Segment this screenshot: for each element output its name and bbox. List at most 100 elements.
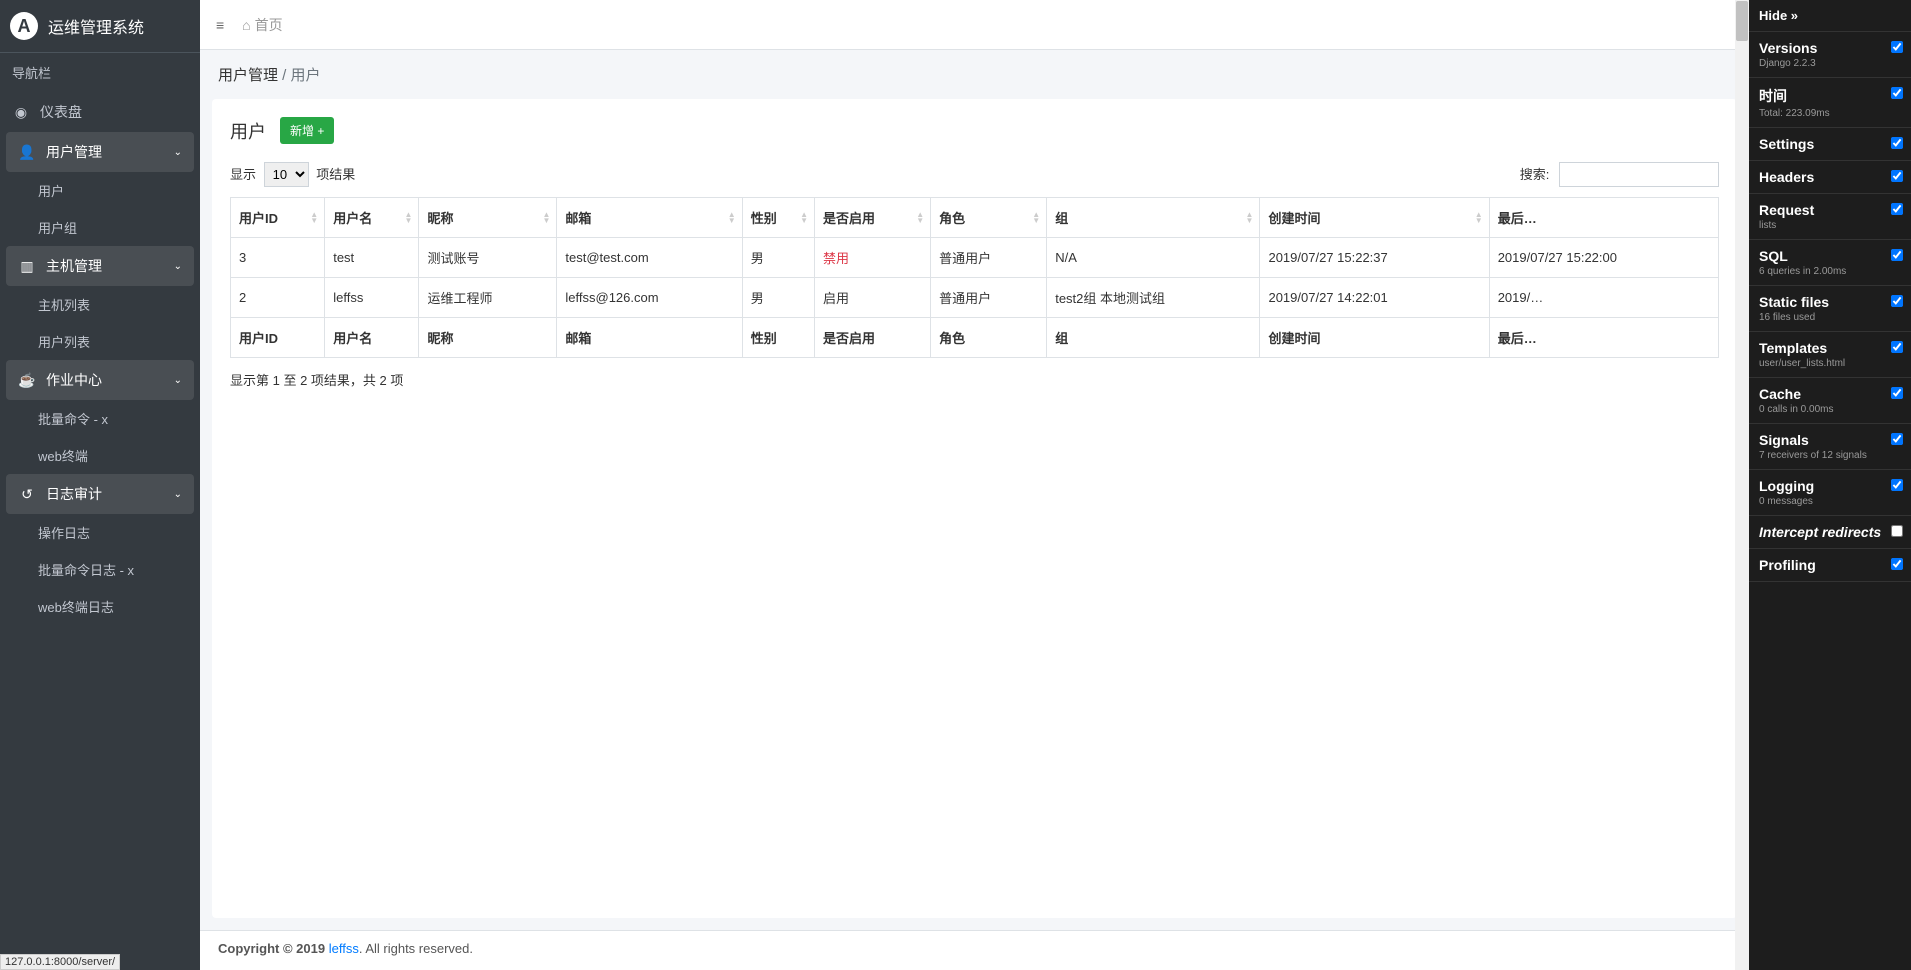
show-label-post: 项结果 bbox=[316, 167, 355, 182]
th-gender[interactable]: 性别▲▼ bbox=[742, 198, 814, 238]
sidebar: A 运维管理系统 导航栏 ◉ 仪表盘 👤 用户管理 ⌄ 用户 用户组 ▥ 主机管… bbox=[0, 0, 200, 970]
debug-section[interactable]: Logging0 messages bbox=[1749, 470, 1911, 516]
sidebar-subitem-host-list[interactable]: 主机列表 bbox=[0, 286, 200, 323]
table-header-row: 用户ID▲▼ 用户名▲▼ 昵称▲▼ 邮箱▲▼ 性别▲▼ 是否启用▲▼ 角色▲▼ … bbox=[231, 198, 1719, 238]
hamburger-icon[interactable]: ≡ bbox=[216, 17, 224, 33]
log-icon: ↺ bbox=[18, 486, 36, 503]
cell-created: 2019/07/27 14:22:01 bbox=[1260, 278, 1489, 318]
sidebar-subitem-batch-cmd[interactable]: 批量命令 - x bbox=[0, 400, 200, 437]
page-length-select[interactable]: 10 bbox=[264, 162, 309, 187]
debug-section[interactable]: SQL 6 queries in 2.00ms bbox=[1749, 240, 1911, 286]
scrollbar-thumb[interactable] bbox=[1736, 1, 1748, 41]
debug-section-checkbox[interactable] bbox=[1891, 249, 1903, 261]
sidebar-label-job-center: 作业中心 bbox=[46, 370, 102, 390]
sidebar-item-host-mgmt[interactable]: ▥ 主机管理 ⌄ bbox=[6, 246, 194, 286]
debug-section[interactable]: Profiling bbox=[1749, 549, 1911, 582]
debug-section-title: SQL bbox=[1759, 248, 1901, 264]
show-label-pre: 显示 bbox=[230, 167, 256, 182]
debug-section-checkbox[interactable] bbox=[1891, 341, 1903, 353]
topbar: ≡ ⌂ 首页 bbox=[200, 0, 1749, 50]
sort-icon: ▲▼ bbox=[1475, 212, 1483, 224]
home-icon: ⌂ bbox=[242, 17, 250, 33]
debug-section-checkbox[interactable] bbox=[1891, 525, 1903, 537]
add-button[interactable]: 新增 + bbox=[280, 117, 334, 144]
th-last[interactable]: 最后… bbox=[1489, 198, 1718, 238]
host-icon: ▥ bbox=[18, 258, 36, 275]
chevron-down-icon: ⌄ bbox=[174, 261, 182, 272]
th-email[interactable]: 邮箱▲▼ bbox=[557, 198, 742, 238]
cell-user_id: 2 bbox=[231, 278, 325, 318]
table-row[interactable]: 2leffss运维工程师leffss@126.com男启用普通用户test2组 … bbox=[231, 278, 1719, 318]
debug-section[interactable]: Static files16 files used bbox=[1749, 286, 1911, 332]
debug-section-checkbox[interactable] bbox=[1891, 433, 1903, 445]
search-control: 搜索: bbox=[1520, 162, 1719, 187]
debug-section[interactable]: Intercept redirects bbox=[1749, 516, 1911, 549]
table-row[interactable]: 3test测试账号test@test.com男禁用普通用户N/A2019/07/… bbox=[231, 238, 1719, 278]
th-created[interactable]: 创建时间▲▼ bbox=[1260, 198, 1489, 238]
sidebar-item-job-center[interactable]: ☕ 作业中心 ⌄ bbox=[6, 360, 194, 400]
job-icon: ☕ bbox=[18, 372, 36, 389]
debug-section-checkbox[interactable] bbox=[1891, 558, 1903, 570]
sidebar-subitem-groups[interactable]: 用户组 bbox=[0, 209, 200, 246]
debug-section-sub: 0 messages bbox=[1759, 496, 1901, 507]
debug-section-checkbox[interactable] bbox=[1891, 87, 1903, 99]
debug-hide-button[interactable]: Hide » bbox=[1749, 0, 1911, 32]
tf-gender: 性别 bbox=[742, 318, 814, 358]
crumb-parent[interactable]: 用户管理 bbox=[218, 67, 278, 84]
debug-section[interactable]: Requestlists bbox=[1749, 194, 1911, 240]
copyright-pre: Copyright © 2019 bbox=[218, 941, 329, 956]
debug-section[interactable]: Settings bbox=[1749, 128, 1911, 161]
th-role[interactable]: 角色▲▼ bbox=[931, 198, 1047, 238]
debug-section-checkbox[interactable] bbox=[1891, 295, 1903, 307]
debug-section-checkbox[interactable] bbox=[1891, 41, 1903, 53]
scrollbar-track[interactable] bbox=[1735, 0, 1749, 970]
footer: Copyright © 2019 leffss. All rights rese… bbox=[200, 930, 1749, 970]
debug-section[interactable]: 时间Total: 223.09ms bbox=[1749, 78, 1911, 128]
sort-icon: ▲▼ bbox=[916, 212, 924, 224]
main: ≡ ⌂ 首页 用户管理 / 用户 用户 新增 + 显示 10 项结果 bbox=[200, 0, 1749, 970]
th-user-id[interactable]: 用户ID▲▼ bbox=[231, 198, 325, 238]
tf-role: 角色 bbox=[931, 318, 1047, 358]
status-bar: 127.0.0.1:8000/server/ bbox=[0, 954, 120, 970]
th-username[interactable]: 用户名▲▼ bbox=[325, 198, 419, 238]
sidebar-subitem-web-term-log[interactable]: web终端日志 bbox=[0, 588, 200, 625]
brand[interactable]: A 运维管理系统 bbox=[0, 0, 200, 53]
debug-section[interactable]: Signals7 receivers of 12 signals bbox=[1749, 424, 1911, 470]
debug-section[interactable]: Headers bbox=[1749, 161, 1911, 194]
breadcrumb: 用户管理 / 用户 bbox=[200, 50, 1749, 99]
home-link[interactable]: ⌂ 首页 bbox=[242, 15, 282, 35]
sidebar-subitem-users[interactable]: 用户 bbox=[0, 172, 200, 209]
th-enabled[interactable]: 是否启用▲▼ bbox=[815, 198, 931, 238]
debug-section-sub: 16 files used bbox=[1759, 312, 1901, 323]
debug-section[interactable]: Templatesuser/user_lists.html bbox=[1749, 332, 1911, 378]
sidebar-subitem-batch-cmd-log[interactable]: 批量命令日志 - x bbox=[0, 551, 200, 588]
sidebar-subitem-web-term[interactable]: web终端 bbox=[0, 437, 200, 474]
th-group[interactable]: 组▲▼ bbox=[1047, 198, 1260, 238]
debug-section[interactable]: Cache0 calls in 0.00ms bbox=[1749, 378, 1911, 424]
sidebar-label-dashboard: 仪表盘 bbox=[40, 102, 82, 122]
sidebar-item-log-audit[interactable]: ↺ 日志审计 ⌄ bbox=[6, 474, 194, 514]
debug-section-checkbox[interactable] bbox=[1891, 479, 1903, 491]
debug-section-sub: 0 calls in 0.00ms bbox=[1759, 404, 1901, 415]
debug-section-sub: 7 receivers of 12 signals bbox=[1759, 450, 1901, 461]
debug-section-checkbox[interactable] bbox=[1891, 387, 1903, 399]
debug-section-sub: 6 queries in 2.00ms bbox=[1759, 266, 1901, 277]
search-input[interactable] bbox=[1559, 162, 1719, 187]
table-footer-row: 用户ID 用户名 昵称 邮箱 性别 是否启用 角色 组 创建时间 最后… bbox=[231, 318, 1719, 358]
cell-role: 普通用户 bbox=[931, 278, 1047, 318]
cell-email: test@test.com bbox=[557, 238, 742, 278]
debug-toolbar: Hide » VersionsDjango 2.2.3时间Total: 223.… bbox=[1749, 0, 1911, 970]
debug-section[interactable]: VersionsDjango 2.2.3 bbox=[1749, 32, 1911, 78]
debug-section-title: Profiling bbox=[1759, 557, 1901, 573]
debug-section-checkbox[interactable] bbox=[1891, 203, 1903, 215]
debug-section-checkbox[interactable] bbox=[1891, 170, 1903, 182]
cell-username: leffss bbox=[325, 278, 419, 318]
footer-link[interactable]: leffss bbox=[329, 941, 359, 956]
sidebar-item-dashboard[interactable]: ◉ 仪表盘 bbox=[0, 92, 200, 132]
sidebar-subitem-op-log[interactable]: 操作日志 bbox=[0, 514, 200, 551]
th-nickname[interactable]: 昵称▲▼ bbox=[419, 198, 557, 238]
sidebar-item-user-mgmt[interactable]: 👤 用户管理 ⌄ bbox=[6, 132, 194, 172]
tf-username: 用户名 bbox=[325, 318, 419, 358]
debug-section-checkbox[interactable] bbox=[1891, 137, 1903, 149]
sidebar-subitem-user-list[interactable]: 用户列表 bbox=[0, 323, 200, 360]
